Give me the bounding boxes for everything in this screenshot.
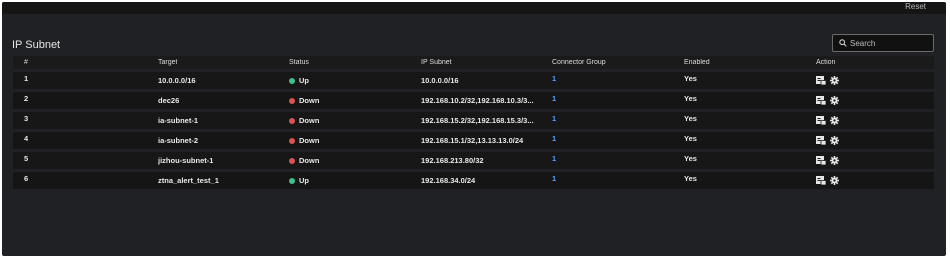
- edit-icon[interactable]: [816, 116, 826, 125]
- status-label: Down: [299, 156, 320, 165]
- ip-subnet-cell: 192.168.15.2/32,192.168.15.3/3...: [421, 116, 534, 125]
- target-cell: ztna_alert_test_1: [158, 176, 219, 185]
- edit-icon[interactable]: [816, 176, 826, 185]
- page-title: IP Subnet: [12, 39, 61, 51]
- status-dot-icon: [289, 137, 295, 144]
- target-cell: 10.0.0.0/16: [158, 76, 196, 85]
- column-header-ip-subnet[interactable]: IP Subnet: [421, 59, 539, 66]
- ip-subnet-cell: 10.0.0.0/16: [421, 76, 459, 85]
- column-header-target[interactable]: Target: [158, 59, 177, 66]
- table-row[interactable]: 3 ia-subnet-1 Down 192.168.15.2/32,192.168.…: [13, 112, 934, 129]
- ip-subnet-cell: 192.168.10.2/32,192.168.10.3/3...: [421, 96, 534, 105]
- status-label: Up: [299, 176, 309, 185]
- action-cell: [816, 176, 839, 185]
- status-dot-icon: [289, 117, 295, 124]
- connector-group-link[interactable]: 1: [552, 94, 556, 103]
- enabled-cell: Yes: [684, 134, 697, 143]
- status-cell: Down: [289, 116, 319, 125]
- action-cell: [816, 116, 839, 125]
- row-number: 6: [24, 174, 29, 183]
- action-cell: [816, 156, 839, 165]
- status-dot-icon: [289, 97, 295, 104]
- column-header-connector-group[interactable]: Connector Group: [552, 59, 606, 66]
- table-row[interactable]: 5 jizhou-subnet-1 Down 192.168.213.80/32 1 Ye…: [13, 152, 934, 169]
- status-label: Down: [299, 96, 320, 105]
- table-row[interactable]: 2 dec26 Down 192.168.10.2/32,192.168.10.3/3…: [13, 92, 934, 109]
- target-cell: ia-subnet-2: [158, 136, 199, 145]
- status-cell: Down: [289, 96, 319, 105]
- row-number: 5: [24, 154, 29, 163]
- row-number: 1: [24, 74, 29, 83]
- action-cell: [816, 76, 839, 85]
- connector-group-link[interactable]: 1: [552, 134, 556, 143]
- connector-group-link[interactable]: 1: [552, 174, 556, 183]
- edit-icon[interactable]: [816, 156, 826, 165]
- edit-icon[interactable]: [816, 96, 826, 105]
- app-window: Reset IP Subnet # Target Status IP Subne…: [2, 2, 946, 256]
- ip-subnet-cell: 192.168.213.80/32: [421, 156, 484, 165]
- gear-icon[interactable]: [830, 76, 839, 85]
- gear-icon[interactable]: [830, 116, 839, 125]
- action-cell: [816, 136, 839, 145]
- status-dot-icon: [289, 157, 295, 164]
- ip-subnet-cell: 192.168.34.0/24: [421, 176, 476, 185]
- action-cell: [816, 96, 839, 105]
- search-icon: [839, 39, 847, 47]
- gear-icon[interactable]: [830, 136, 839, 145]
- enabled-cell: Yes: [684, 74, 697, 83]
- status-cell: Up: [289, 76, 309, 85]
- status-label: Down: [299, 136, 320, 145]
- ip-subnet-table: # Target Status IP Subnet Connector Grou…: [13, 56, 934, 189]
- target-cell: ia-subnet-1: [158, 116, 199, 125]
- target-cell: jizhou-subnet-1: [158, 156, 214, 165]
- status-label: Up: [299, 76, 309, 85]
- status-cell: Down: [289, 156, 319, 165]
- enabled-cell: Yes: [684, 94, 697, 103]
- connector-group-link[interactable]: 1: [552, 114, 556, 123]
- table-header: # Target Status IP Subnet Connector Grou…: [13, 56, 934, 69]
- edit-icon[interactable]: [816, 76, 826, 85]
- table-row[interactable]: 1 10.0.0.0/16 Up 10.0.0.0/16 1 Yes: [13, 72, 934, 89]
- row-number: 3: [24, 114, 29, 123]
- connector-group-link[interactable]: 1: [552, 154, 556, 163]
- connector-group-link[interactable]: 1: [552, 74, 556, 83]
- status-dot-icon: [289, 77, 295, 84]
- search-input[interactable]: [850, 38, 930, 48]
- column-header-num[interactable]: #: [24, 59, 28, 66]
- row-number: 2: [24, 94, 29, 103]
- status-cell: Up: [289, 176, 309, 185]
- top-bar: Reset: [2, 2, 946, 14]
- status-label: Down: [299, 116, 320, 125]
- column-header-status[interactable]: Status: [289, 59, 309, 66]
- table-body: 1 10.0.0.0/16 Up 10.0.0.0/16 1 Yes 2 dec26 Down 1…: [13, 72, 934, 189]
- reset-link[interactable]: Reset: [905, 2, 926, 11]
- status-dot-icon: [289, 177, 295, 184]
- enabled-cell: Yes: [684, 114, 697, 123]
- column-header-action: Action: [816, 59, 836, 66]
- gear-icon[interactable]: [830, 96, 839, 105]
- table-row[interactable]: 6 ztna_alert_test_1 Up 192.168.34.0/24 1 Yes: [13, 172, 934, 189]
- gear-icon[interactable]: [830, 156, 839, 165]
- enabled-cell: Yes: [684, 154, 697, 163]
- column-header-enabled[interactable]: Enabled: [684, 59, 710, 66]
- enabled-cell: Yes: [684, 174, 697, 183]
- row-number: 4: [24, 134, 29, 143]
- status-cell: Down: [289, 136, 319, 145]
- target-cell: dec26: [158, 96, 180, 105]
- gear-icon[interactable]: [830, 176, 839, 185]
- edit-icon[interactable]: [816, 136, 826, 145]
- ip-subnet-cell: 192.168.15.1/32,13.13.13.0/24: [421, 136, 524, 145]
- table-row[interactable]: 4 ia-subnet-2 Down 192.168.15.1/32,13.13.13…: [13, 132, 934, 149]
- search-box[interactable]: [832, 34, 934, 52]
